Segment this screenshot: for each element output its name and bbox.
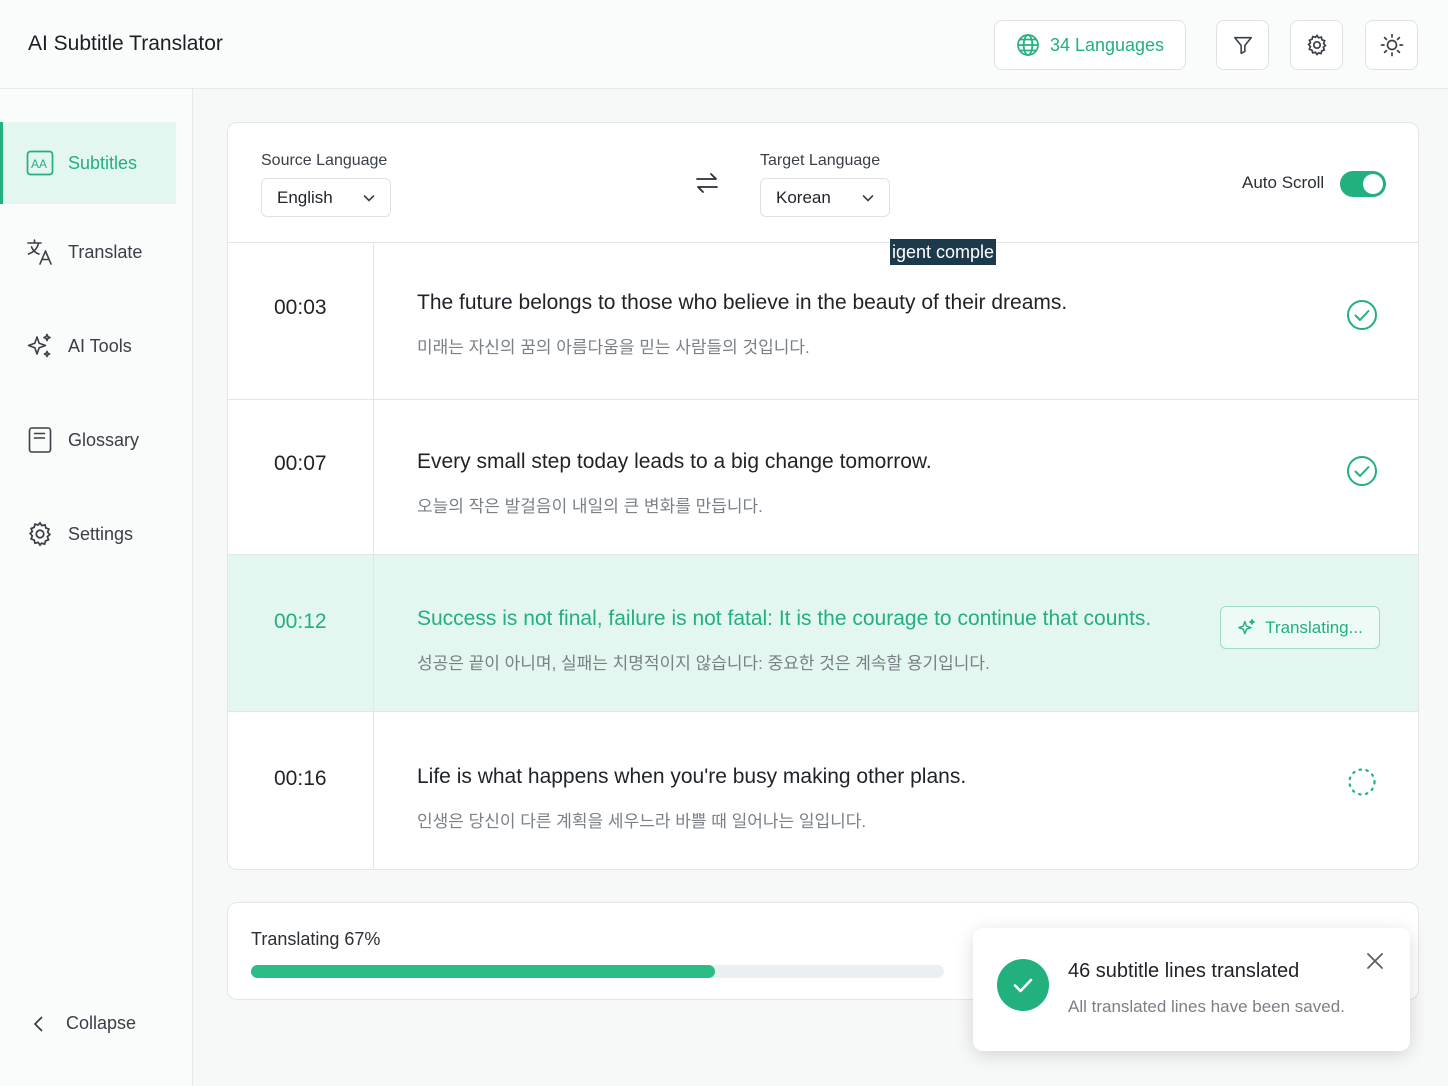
subtitle-translation-text: 성공은 끝이 아니며, 실패는 치명적이지 않습니다: 중요한 것은 계속할 용… — [417, 654, 990, 673]
collapse-label: Collapse — [66, 1013, 137, 1033]
toast-title: 46 subtitle lines translated — [1068, 960, 1300, 982]
sidebar-item-label: AI Tools — [68, 335, 132, 356]
progress-bar — [251, 965, 944, 978]
subtitle-source-text: Life is what happens when you're busy ma… — [417, 765, 967, 788]
chevron-down-icon — [363, 194, 375, 202]
subtitle-source-text: Every small step today leads to a big ch… — [417, 450, 932, 473]
sidebar-item-glossary[interactable]: Glossary — [0, 399, 176, 481]
language-controls: Source Language English Target Language … — [228, 123, 1418, 243]
subtitle-timestamp: 00:16 — [274, 767, 327, 790]
gear-icon — [1306, 34, 1327, 56]
progress-label: Translating 67% — [251, 929, 381, 949]
chevron-down-icon — [862, 194, 874, 202]
success-toast: 46 subtitle lines translated All transla… — [973, 928, 1410, 1051]
translating-status-button[interactable]: Translating... — [1220, 606, 1380, 649]
timestamp-cell — [228, 243, 374, 399]
sidebar-item-ai-tools[interactable]: AI Tools — [0, 305, 176, 387]
success-check-icon — [997, 959, 1049, 1011]
languages-button[interactable]: 34 Languages — [994, 20, 1186, 70]
check-circle-icon — [1347, 300, 1377, 330]
timestamp-cell — [228, 712, 374, 869]
auto-scroll-toggle[interactable] — [1340, 171, 1386, 197]
subtitle-row[interactable]: 00:16 Life is what happens when you're b… — [228, 712, 1418, 869]
source-language-select[interactable]: English — [261, 178, 391, 217]
gear-icon — [28, 521, 52, 547]
subtitle-row-active[interactable]: 00:12 Success is not final, failure is n… — [228, 555, 1418, 712]
subtitle-panel: Source Language English Target Language … — [227, 122, 1419, 870]
subtitle-translation-text: 인생은 당신이 다른 계획을 세우느라 바쁠 때 일어나는 일입니다. — [417, 812, 867, 831]
loading-spinner-icon — [1348, 768, 1376, 796]
collapse-button[interactable]: Collapse — [30, 1013, 136, 1034]
subtitle-source-text: The future belongs to those who believe … — [417, 291, 1068, 314]
sparkles-icon — [27, 333, 51, 358]
subtitle-timestamp: 00:07 — [274, 452, 327, 475]
filter-icon — [1233, 36, 1252, 55]
toggle-knob — [1363, 174, 1383, 194]
subtitle-translation-text: 미래는 자신의 꿈의 아름다움을 믿는 사람들의 것입니다. — [417, 338, 810, 357]
book-icon — [28, 427, 52, 453]
source-language-label: Source Language — [261, 152, 388, 169]
target-language-label: Target Language — [760, 152, 881, 169]
globe-icon — [1017, 34, 1039, 56]
subtitle-row[interactable]: 00:03 The future belongs to those who be… — [228, 243, 1418, 400]
sidebar-item-label: Settings — [68, 523, 134, 544]
app-title: AI Subtitle Translator — [28, 32, 223, 55]
sidebar-item-translate[interactable]: Translate — [0, 211, 176, 293]
subtitle-source-text: Success is not final, failure is not fat… — [417, 607, 1152, 630]
subtitle-timestamp: 00:12 — [274, 610, 327, 633]
translating-label: Translating... — [1265, 617, 1363, 637]
subtitle-timestamp: 00:03 — [274, 296, 327, 319]
sun-icon — [1380, 33, 1403, 57]
settings-button[interactable] — [1290, 20, 1343, 70]
toast-message: All translated lines have been saved. — [1068, 997, 1345, 1016]
top-bar: AI Subtitle Translator 34 Languages — [0, 0, 1448, 89]
translate-icon — [27, 239, 52, 265]
progress-bar-fill — [251, 965, 716, 978]
source-language-value: English — [277, 187, 333, 207]
sparkles-icon — [1238, 618, 1256, 634]
languages-count: 34 Languages — [1049, 34, 1165, 55]
auto-scroll-label: Auto Scroll — [1242, 173, 1325, 192]
sidebar-item-label: Translate — [68, 241, 143, 262]
filter-button[interactable] — [1216, 20, 1269, 70]
sidebar-item-settings[interactable]: Settings — [0, 493, 176, 575]
target-language-select[interactable]: Korean — [760, 178, 890, 217]
chevron-left-icon — [34, 1016, 43, 1031]
swap-languages-icon[interactable] — [694, 170, 720, 196]
subtitle-row[interactable]: 00:07 Every small step today leads to a … — [228, 400, 1418, 555]
svg-text:AA: AA — [31, 157, 47, 171]
subtitles-icon: AA — [26, 150, 54, 176]
overlay-text-fragment: igent comple — [890, 239, 997, 265]
theme-toggle-button[interactable] — [1365, 20, 1418, 70]
sidebar-item-label: Glossary — [68, 429, 140, 450]
check-circle-icon — [1347, 456, 1377, 486]
timestamp-cell — [228, 400, 374, 554]
sidebar-item-subtitles[interactable]: AA Subtitles — [0, 122, 176, 204]
sidebar: AA Subtitles Translate AI Tools Glossary… — [0, 89, 193, 1086]
close-icon[interactable] — [1364, 950, 1386, 972]
sidebar-item-label: Subtitles — [68, 152, 138, 173]
subtitle-translation-text: 오늘의 작은 발걸음이 내일의 큰 변화를 만듭니다. — [417, 497, 763, 516]
target-language-value: Korean — [776, 187, 831, 207]
